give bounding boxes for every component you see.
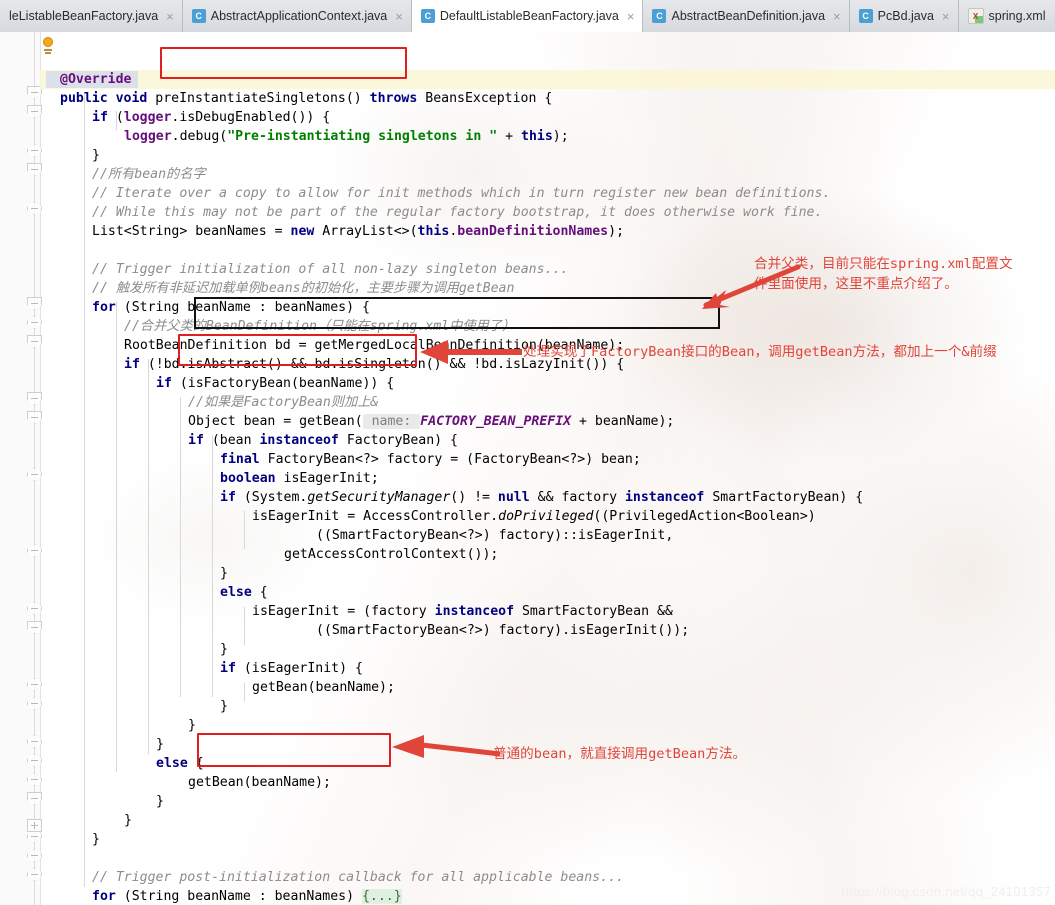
- close-icon[interactable]: ×: [627, 10, 635, 23]
- spring-xml-icon: X: [967, 8, 984, 24]
- code-line-36: }: [156, 737, 164, 752]
- code-line-25: ((SmartFactoryBean<?>) factory)::isEager…: [316, 528, 674, 543]
- code-line-1: @Override: [60, 72, 132, 87]
- code-line-12: // 触发所有非延迟加载单例beans的初始化，主要步骤为调用getBean: [92, 281, 515, 296]
- tab-PcBd[interactable]: C PcBd.java ×: [849, 0, 959, 32]
- close-icon[interactable]: ×: [166, 10, 174, 23]
- code-line-11: // Trigger initialization of all non-laz…: [92, 262, 569, 277]
- code-line-40: }: [124, 813, 132, 828]
- code-line-4: logger.debug("Pre-instantiating singleto…: [124, 129, 569, 144]
- code-line-14: //合并父类的BeanDefinition（只能在spring.xml中使用了）: [124, 319, 516, 334]
- code-line-13: for (String beanName : beanNames) {: [92, 300, 370, 315]
- code-line-22: boolean isEagerInit;: [220, 471, 379, 486]
- code-line-31: }: [220, 642, 228, 657]
- code-line-43: // Trigger post-initialization callback …: [92, 870, 624, 885]
- code-line-30: ((SmartFactoryBean<?>) factory).isEagerI…: [316, 623, 690, 638]
- code-line-7: // Iterate over a copy to allow for init…: [92, 186, 831, 201]
- close-icon[interactable]: ×: [942, 10, 950, 23]
- code-line-35: }: [188, 718, 196, 733]
- tab-label: DefaultListableBeanFactory.java: [439, 9, 619, 23]
- code-line-2: public void preInstantiateSingletons() t…: [60, 91, 553, 106]
- java-class-icon: C: [858, 9, 873, 23]
- code-line-34: }: [220, 699, 228, 714]
- code-line-23: if (System.getSecurityManager() != null …: [220, 490, 864, 505]
- code-line-41: }: [92, 832, 100, 847]
- annotation-note-factorybean: 处理实现了FactoryBean接口的Bean，调用getBean方法，都加上一…: [523, 344, 997, 360]
- code-line-18: //如果是FactoryBean则加上&: [188, 395, 379, 410]
- code-line-17: if (isFactoryBean(beanName)) {: [156, 376, 395, 391]
- java-class-icon: C: [191, 9, 206, 23]
- code-line-27: }: [220, 566, 228, 581]
- annotation-note-plain-bean: 普通的bean，就直接调用getBean方法。: [493, 746, 747, 762]
- close-icon[interactable]: ×: [833, 10, 841, 23]
- code-line-8: // While this may not be part of the reg…: [92, 205, 823, 220]
- tab-DefaultListableBeanFactory[interactable]: C DefaultListableBeanFactory.java ×: [411, 0, 644, 33]
- code-line-24: isEagerInit = AccessController.doPrivile…: [252, 509, 816, 524]
- code-line-20: if (bean instanceof FactoryBean) {: [188, 433, 458, 448]
- code-line-19: Object bean = getBean( name: FACTORY_BEA…: [188, 414, 675, 429]
- code-line-28: else {: [220, 585, 268, 600]
- tab-label: leListableBeanFactory.java: [9, 9, 159, 23]
- tab-AbstractBeanDefinition[interactable]: C AbstractBeanDefinition.java ×: [643, 0, 850, 32]
- code-line-5: }: [92, 148, 100, 163]
- java-class-icon: C: [420, 9, 435, 23]
- code-line-29: isEagerInit = (factory instanceof SmartF…: [252, 604, 673, 619]
- tab-leListableBeanFactory[interactable]: leListableBeanFactory.java ×: [0, 0, 183, 32]
- code-line-26: getAccessControlContext());: [284, 547, 499, 562]
- code-line-21: final FactoryBean<?> factory = (FactoryB…: [220, 452, 641, 467]
- code-line-6: //所有bean的名字: [92, 167, 206, 182]
- code-line-38: getBean(beanName);: [188, 775, 331, 790]
- tab-label: spring.xml: [988, 9, 1046, 23]
- code-line-44: for (String beanName : beanNames) {...}: [92, 889, 402, 904]
- code-editor-area[interactable]: @Override public void preInstantiateSing…: [0, 32, 1055, 905]
- tab-spring-xml[interactable]: X spring.xml ×: [958, 0, 1055, 32]
- close-icon[interactable]: ×: [395, 10, 403, 23]
- idea-editor-window: leListableBeanFactory.java × C AbstractA…: [0, 0, 1055, 905]
- code-line-39: }: [156, 794, 164, 809]
- tab-label: PcBd.java: [877, 9, 934, 23]
- annotation-note-merge-parent: 合并父类，目前只能在spring.xml配置文 件里面使用，这里不重点介绍了。: [754, 256, 1013, 292]
- code-line-3: if (logger.isDebugEnabled()) {: [92, 110, 331, 125]
- code-line-32: if (isEagerInit) {: [220, 661, 363, 676]
- tab-AbstractApplicationContext[interactable]: C AbstractApplicationContext.java ×: [182, 0, 412, 32]
- code-line-37: else {: [156, 756, 204, 771]
- tab-label: AbstractBeanDefinition.java: [671, 9, 826, 23]
- code-line-33: getBean(beanName);: [252, 680, 395, 695]
- watermark: https://blog.csdn.net/qq_24101357: [841, 884, 1051, 899]
- fold-marker-expand[interactable]: [27, 819, 42, 832]
- code-line-9: List<String> beanNames = new ArrayList<>…: [92, 224, 625, 239]
- tab-label: AbstractApplicationContext.java: [210, 9, 388, 23]
- source-code[interactable]: @Override public void preInstantiateSing…: [44, 32, 1054, 904]
- editor-tab-bar: leListableBeanFactory.java × C AbstractA…: [0, 0, 1055, 33]
- java-class-icon: C: [652, 9, 667, 23]
